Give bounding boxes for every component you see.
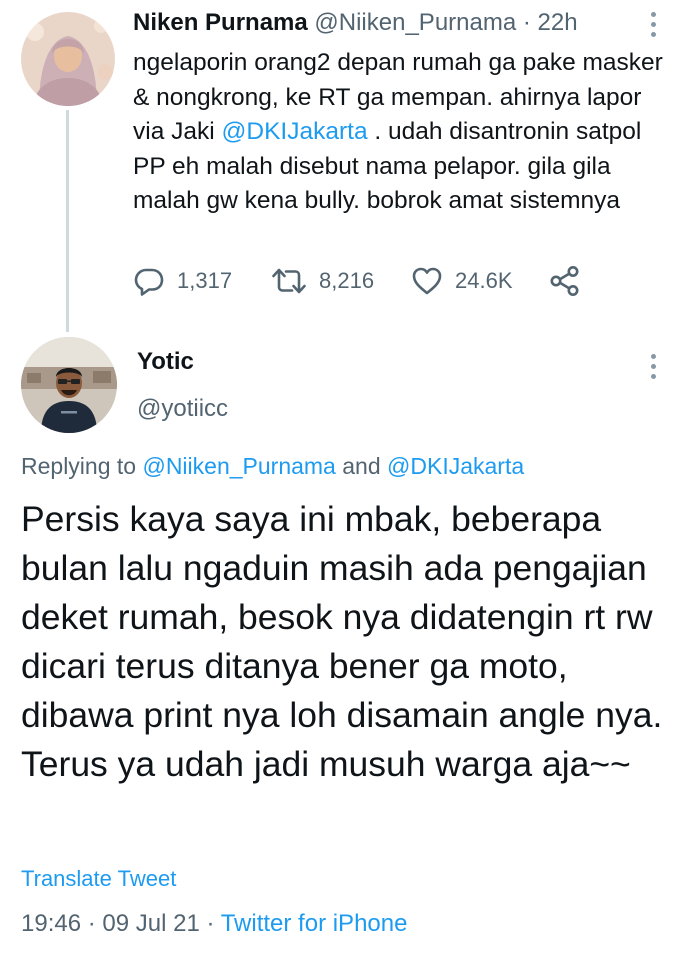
replying-to-link-2[interactable]: @DKIJakarta [387,453,524,479]
tweet2-date[interactable]: 09 Jul 21 [102,910,199,937]
like-button[interactable]: 24.6K [411,264,513,298]
tweet1-mention-link[interactable]: @DKIJakarta [222,118,368,145]
tweet2-source-link[interactable]: Twitter for iPhone [221,910,408,937]
tweet1-timestamp[interactable]: 22h [538,9,578,36]
tweet1-action-bar: 1,317 8,216 24.6K [133,264,593,298]
share-icon [550,266,579,296]
tweet2-author-name[interactable]: Yotic [137,348,194,376]
retweet-button[interactable]: 8,216 [271,264,374,298]
replying-prefix: Replying to [21,453,143,479]
tweet1-author-handle[interactable]: @Niiken_Purnama [314,9,516,36]
translate-tweet-link[interactable]: Translate Tweet [21,866,176,892]
reply-button[interactable]: 1,317 [133,264,232,298]
replying-and: and [335,453,388,479]
source-separator: · [199,910,221,937]
tweet2-author-handle[interactable]: @yotiicc [137,395,228,423]
more-options-icon[interactable] [651,354,657,384]
avatar-image [21,12,115,106]
more-options-icon[interactable] [651,12,657,42]
replying-to-link-1[interactable]: @Niiken_Purnama [142,453,335,479]
thread-connector-line [66,110,69,332]
tweet2-text: Persis kaya saya ini mbak, beberapa bula… [21,499,663,784]
tweet1-author-name[interactable]: Niken Purnama [133,9,308,36]
tweet2-time[interactable]: 19:46 [21,910,81,937]
reply-icon [134,268,164,296]
tweet1-header: Niken Purnama @Niiken_Purnama · 22h [133,8,578,38]
like-count: 24.6K [455,268,513,293]
retweet-count: 8,216 [319,268,375,293]
replying-to-line: Replying to @Niiken_Purnama and @DKIJaka… [21,453,524,480]
avatar-yotic[interactable] [21,337,117,433]
avatar-image [21,337,117,433]
date-separator: · [81,910,103,937]
reply-count: 1,317 [177,268,233,293]
tweet1-text: ngelaporin orang2 depan rumah ga pake ma… [133,46,673,219]
avatar-niken-purnama[interactable] [21,12,115,106]
share-button[interactable] [549,264,581,298]
heart-icon [412,267,442,295]
retweet-icon [272,268,306,294]
tweet1-separator: · [516,9,538,36]
tweet2-metadata: 19:46 · 09 Jul 21 · Twitter for iPhone [21,910,407,938]
